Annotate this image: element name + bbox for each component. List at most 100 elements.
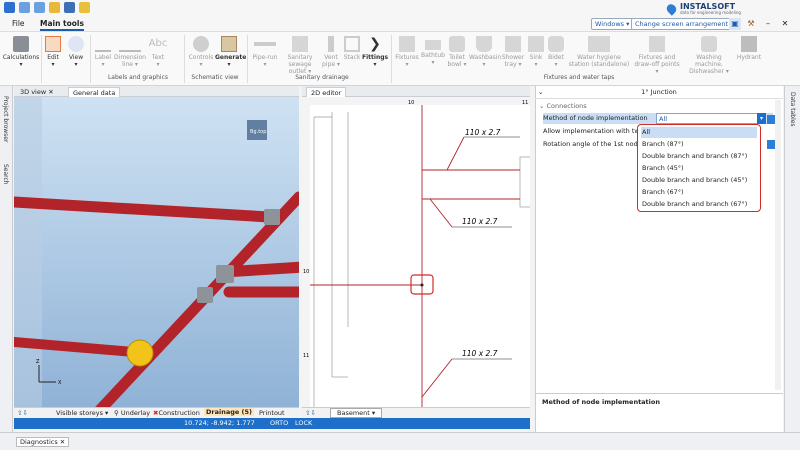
storey-arrows-icon[interactable]: ⇧⇩ [305,409,316,417]
sink-icon [528,36,544,52]
fixtures-label: Fixtures [395,54,419,61]
edit-button[interactable]: Edit ▾ [44,36,62,68]
data-tables-tab[interactable]: Data tables [789,92,796,127]
toilet-bowl-button[interactable]: Toilet bowl ▾ [446,36,468,68]
dropdown-option[interactable]: Double branch and branch (45°) [641,175,757,186]
sanitary-sewage-outlet-button[interactable]: Sanitary sewage outlet ▾ [281,36,319,75]
generate-button[interactable]: Generate ▾ [215,36,246,68]
brand-logo-icon [664,2,679,16]
shower-tray-button[interactable]: Shower tray ▾ [500,36,526,68]
dimension-line-button[interactable]: Dimension line ▾ [114,36,146,68]
drainage-button[interactable]: Drainage (5) [204,408,255,416]
sink-button[interactable]: Sink ▾ [527,36,545,68]
properties-scrollbar[interactable] [775,100,781,390]
property-row-rotation[interactable]: Rotation angle of the 1st node (° [543,139,650,150]
dropdown-arrow-icon[interactable]: ▾ [757,113,766,124]
underlay-label: Underlay [120,409,151,417]
fittings-label: Fittings [362,54,389,61]
lock-toggle[interactable]: LOCK [295,419,312,427]
selected-junction[interactable] [126,339,154,367]
pipe-segment [95,191,299,407]
title-bar: INSTALSOFT data for engineering modeling [0,0,800,16]
ruler-left [302,97,310,407]
method-select[interactable]: All [656,113,763,124]
label-button[interactable]: Label ▾ [93,36,113,68]
generate-icon [221,36,237,52]
basement-select[interactable]: Basement ▾ [330,408,383,418]
junction-node[interactable] [420,283,424,287]
collapse-chevron-icon[interactable]: ⌄ [538,86,543,99]
ribbon: Calculations ▾ Edit ▾ View ▾ Label ▾ Dimensi… [0,32,800,86]
app-icon [4,2,15,13]
leader-line [421,358,453,398]
dropdown-option[interactable]: Branch (87°) [641,139,757,150]
minimize-button[interactable]: – [762,18,774,30]
undo-icon[interactable] [19,2,30,13]
view-button[interactable]: View ▾ [66,36,86,68]
2d-editor-canvas[interactable]: 10 11 10 11 110 x 2.7 110 x 2.7 110 x 2.… [302,97,530,407]
property-row-two-fittings[interactable]: Allow implementation with two fi [543,126,650,137]
section-connections[interactable]: ⌄ Connections [539,102,587,110]
project-browser-tab[interactable]: Project browser [2,96,9,142]
calculations-button[interactable]: Calculations ▾ [2,36,40,68]
drainage-label: Drainage (5) [206,408,253,416]
view-label: View [68,54,84,61]
tab-main-tools[interactable]: Main tools [40,19,84,31]
dropdown-option[interactable]: All [641,127,757,138]
menu-tabs: File Main tools Windows ▾ Change screen … [0,16,800,32]
washing-machine-button[interactable]: Washing machine, Dishwasher ▾ [683,36,735,75]
fixtures-drawoff-button[interactable]: Fixtures and draw-off points ▾ [632,36,682,75]
fittings-button[interactable]: ❯ Fittings ▾ [362,36,388,68]
tab-2d-editor[interactable]: 2D editor [306,87,347,97]
3d-scene: Bg.top Z X [14,97,299,407]
tab-general-data[interactable]: General data [68,87,121,97]
fitting-tee [264,209,280,225]
fixtures-button[interactable]: Fixtures ▾ [394,36,420,68]
draw-off-icon [649,36,665,52]
open-folder-icon[interactable] [49,2,60,13]
search-tab[interactable]: Search [2,164,9,185]
property-row-method[interactable]: Method of node implementation All ▾ [543,113,773,124]
tools-icon[interactable]: ⚒ [745,18,757,30]
construction-button[interactable]: ✖Construction [153,409,200,417]
label-icon [95,36,111,52]
screen-arrangement-dropdown[interactable]: Change screen arrangement ▾ [631,18,738,30]
bathtub-button[interactable]: Bathtub ▾ [421,36,445,66]
text-button[interactable]: Abc Text ▾ [147,36,169,68]
diagnostics-tab[interactable]: Diagnostics ✕ [16,437,70,447]
save-icon[interactable] [64,2,75,13]
fitting-tee [216,265,234,283]
bottom-dock-bar: Diagnostics ✕ [0,432,800,450]
right-dock-strip: Data tables [784,86,800,438]
pipe-run-button[interactable]: Pipe-run ▾ [250,36,280,68]
printout-button[interactable]: Printout [259,409,285,417]
visible-storeys-button[interactable]: Visible storeys ▾ [56,409,108,417]
calculations-label: Calculations [2,54,40,61]
orto-toggle[interactable]: ORTO [270,419,288,427]
water-hygiene-button[interactable]: Water hygiene station (standalone) [567,36,631,68]
bidet-button[interactable]: Bidet ▾ [546,36,566,68]
underlay-button[interactable]: ⚲ Underlay [114,409,150,417]
windows-dropdown[interactable]: Windows ▾ [591,18,634,30]
close-button[interactable]: ✕ [779,18,791,30]
tab-3d-view[interactable]: 3D view ✕ [16,87,58,97]
stack-button[interactable]: Stack [343,36,361,61]
dropdown-option[interactable]: Branch (67°) [641,187,757,198]
arrangement-label: Change screen arrangement [635,20,729,28]
hydrant-button[interactable]: Hydrant [736,36,762,61]
vent-pipe-button[interactable]: Vent pipe ▾ [320,36,342,68]
redo-icon[interactable] [34,2,45,13]
controls-icon [193,36,209,52]
storey-arrows-icon[interactable]: ⇧⇩ [17,409,28,417]
washbasin-button[interactable]: Washbasin ▾ [469,36,501,68]
controls-button[interactable]: Controls ▾ [187,36,215,68]
tab-file[interactable]: File [12,19,25,28]
dropdown-option[interactable]: Double branch and branch (67°) [641,199,757,210]
dropdown-option[interactable]: Branch (45°) [641,163,757,174]
3d-viewport[interactable]: Bg.top Z X [14,97,299,407]
text-abc-icon: Abc [148,38,168,49]
dropdown-option[interactable]: Double branch and branch (87°) [641,151,757,162]
hygiene-station-icon [588,36,610,52]
layout-icon[interactable]: ▣ [729,18,741,30]
export-icon[interactable] [79,2,90,13]
